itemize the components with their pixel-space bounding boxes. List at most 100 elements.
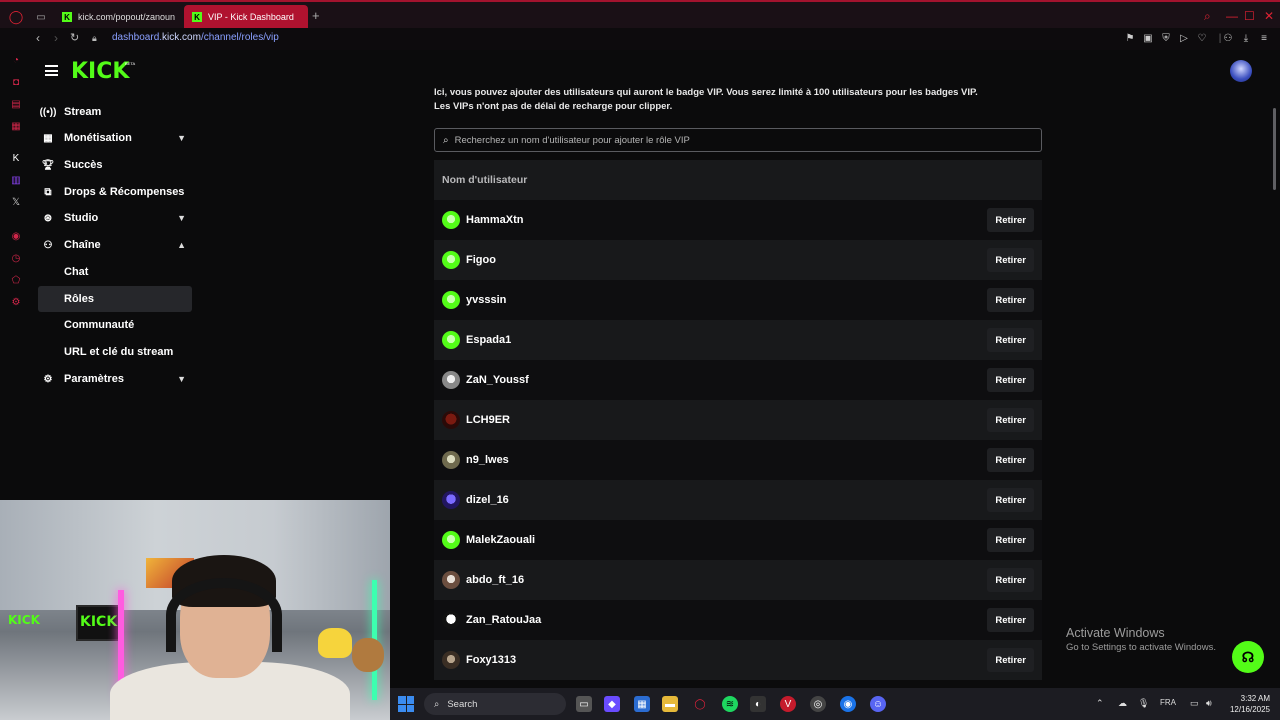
username[interactable]: Foxy1313 bbox=[466, 654, 516, 666]
support-chat-icon[interactable]: ☊ bbox=[1232, 641, 1264, 673]
avatar[interactable] bbox=[442, 571, 460, 589]
remove-vip-button[interactable]: Retirer bbox=[987, 368, 1034, 392]
opera-menu-icon[interactable]: ◯ bbox=[7, 8, 25, 26]
twitch-icon[interactable]: ▥ bbox=[10, 174, 22, 186]
hamburger-menu-icon[interactable] bbox=[45, 65, 58, 76]
sidebar-item-stream[interactable]: ((•)) Stream bbox=[38, 99, 192, 125]
tab-overview-icon[interactable]: ▭ bbox=[32, 8, 50, 26]
username[interactable]: dizel_16 bbox=[466, 494, 509, 506]
snapshot-icon[interactable]: ▣ bbox=[1142, 32, 1154, 44]
minimize-icon[interactable]: — bbox=[1226, 9, 1238, 23]
new-tab-button[interactable]: + bbox=[312, 8, 320, 23]
avatar[interactable] bbox=[442, 371, 460, 389]
messenger-icon[interactable]: ▦ bbox=[10, 120, 22, 132]
scrollbar-thumb[interactable] bbox=[1273, 108, 1276, 190]
task-view-icon[interactable]: ▭ bbox=[576, 696, 592, 712]
remove-vip-button[interactable]: Retirer bbox=[987, 648, 1034, 672]
volume-icon[interactable]: 🔊︎ bbox=[1206, 698, 1212, 709]
history-icon[interactable]: ◷ bbox=[10, 252, 22, 264]
avatar[interactable] bbox=[442, 651, 460, 669]
windows-start-icon[interactable] bbox=[398, 696, 414, 712]
remove-vip-button[interactable]: Retirer bbox=[987, 208, 1034, 232]
tab-kick-popout[interactable]: K kick.com/popout/zanoun bbox=[54, 5, 180, 29]
avatar[interactable] bbox=[442, 531, 460, 549]
shield-icon[interactable]: ⛨ bbox=[1160, 32, 1172, 44]
sidebar-item-succes[interactable]: 🏆︎ Succès bbox=[38, 152, 192, 178]
remove-vip-button[interactable]: Retirer bbox=[987, 608, 1034, 632]
avatar[interactable] bbox=[442, 411, 460, 429]
obs-icon[interactable]: ◎ bbox=[810, 696, 826, 712]
cloud-icon[interactable]: ☁ bbox=[1118, 698, 1127, 709]
chrome-icon[interactable]: ◉ bbox=[840, 696, 856, 712]
username[interactable]: n9_lwes bbox=[466, 454, 509, 466]
avatar[interactable] bbox=[442, 251, 460, 269]
extensions-icon[interactable]: ⬠ bbox=[10, 274, 22, 286]
copilot-icon[interactable]: ◆ bbox=[604, 696, 620, 712]
forward-icon[interactable]: › bbox=[54, 31, 58, 45]
aria-icon[interactable]: ◔ bbox=[10, 54, 22, 66]
taskbar-clock[interactable]: 3:32 AM 12/16/2025 bbox=[1226, 693, 1270, 715]
maximize-icon[interactable]: ☐ bbox=[1244, 9, 1255, 23]
remove-vip-button[interactable]: Retirer bbox=[987, 328, 1034, 352]
sidebar-item-parametres[interactable]: ⚙ Paramètres ▼ bbox=[38, 366, 192, 392]
sidebar-item-chaine[interactable]: ⚇ Chaîne ▲ bbox=[38, 232, 192, 258]
download-icon[interactable]: ⤓ bbox=[1240, 32, 1252, 44]
tab-vip-dashboard[interactable]: K VIP - Kick Dashboard bbox=[184, 5, 308, 29]
sidebar-item-studio[interactable]: ⊛ Studio ▼ bbox=[38, 205, 192, 231]
play-icon[interactable]: ▷ bbox=[1178, 32, 1190, 44]
remove-vip-button[interactable]: Retirer bbox=[987, 448, 1034, 472]
sidebar-item-drops[interactable]: ⧉ Drops & Récompenses bbox=[38, 179, 192, 205]
avatar[interactable] bbox=[442, 331, 460, 349]
tray-chevron-up-icon[interactable]: ⌃ bbox=[1096, 698, 1104, 709]
username[interactable]: abdo_ft_16 bbox=[466, 574, 524, 586]
opera-gx-icon[interactable]: ◯ bbox=[692, 696, 708, 712]
sidebar-item-communaute[interactable]: Communauté bbox=[38, 312, 192, 338]
valorant-icon[interactable]: V bbox=[780, 696, 796, 712]
username[interactable]: MalekZaouali bbox=[466, 534, 535, 546]
app-icon[interactable]: ◐ bbox=[750, 696, 766, 712]
profile-icon[interactable]: ⚇ bbox=[1222, 32, 1234, 44]
x-icon[interactable]: 𝕏 bbox=[10, 196, 22, 208]
language-indicator[interactable]: FRA bbox=[1160, 698, 1176, 707]
microphone-icon[interactable]: 🎙︎ bbox=[1138, 698, 1149, 709]
username[interactable]: LCH9ER bbox=[466, 414, 510, 426]
username[interactable]: Zan_RatouJaa bbox=[466, 614, 541, 626]
avatar[interactable] bbox=[442, 451, 460, 469]
remove-vip-button[interactable]: Retirer bbox=[987, 528, 1034, 552]
remove-vip-button[interactable]: Retirer bbox=[987, 248, 1034, 272]
sidebar-item-roles[interactable]: Rôles bbox=[38, 286, 192, 312]
avatar[interactable] bbox=[442, 491, 460, 509]
remove-vip-button[interactable]: Retirer bbox=[987, 488, 1034, 512]
spotify-icon[interactable]: ≋ bbox=[722, 696, 738, 712]
settings-rail-icon[interactable]: ⚙ bbox=[10, 296, 22, 308]
username[interactable]: HammaXtn bbox=[466, 214, 523, 226]
search-tabs-icon[interactable]: ⌕ bbox=[1204, 9, 1211, 24]
kick-logo[interactable]: KICK bbox=[71, 59, 129, 84]
avatar[interactable] bbox=[442, 611, 460, 629]
bag-icon[interactable]: ◘ bbox=[10, 76, 22, 88]
vip-search-field[interactable]: ⌕ bbox=[434, 128, 1042, 152]
back-icon[interactable]: ‹ bbox=[36, 31, 40, 45]
username[interactable]: Espada1 bbox=[466, 334, 511, 346]
bookmark-icon[interactable]: ⚑ bbox=[1124, 32, 1136, 44]
avatar[interactable] bbox=[1230, 60, 1252, 82]
player-icon[interactable]: ◉ bbox=[10, 230, 22, 242]
remove-vip-button[interactable]: Retirer bbox=[987, 568, 1034, 592]
sidebar-item-chat[interactable]: Chat bbox=[38, 259, 192, 285]
avatar[interactable] bbox=[442, 211, 460, 229]
sidebar-item-stream-url[interactable]: URL et clé du stream bbox=[38, 339, 192, 365]
url-field[interactable]: dashboard.kick.com/channel/roles/vip bbox=[112, 32, 279, 43]
heart-icon[interactable]: ♡ bbox=[1196, 32, 1208, 44]
close-icon[interactable]: ✕ bbox=[1264, 9, 1274, 23]
store-icon[interactable]: ▦ bbox=[634, 696, 650, 712]
menu-icon[interactable]: ≡ bbox=[1258, 32, 1270, 44]
username[interactable]: ZaN_Youssf bbox=[466, 374, 529, 386]
search-input[interactable] bbox=[454, 134, 1015, 146]
username[interactable]: Figoo bbox=[466, 254, 496, 266]
avatar[interactable] bbox=[442, 291, 460, 309]
remove-vip-button[interactable]: Retirer bbox=[987, 408, 1034, 432]
network-icon[interactable]: ▭ bbox=[1190, 698, 1199, 709]
reload-icon[interactable]: ↻ bbox=[70, 31, 79, 44]
chat-icon[interactable]: ▤ bbox=[10, 98, 22, 110]
explorer-icon[interactable]: ▬ bbox=[662, 696, 678, 712]
